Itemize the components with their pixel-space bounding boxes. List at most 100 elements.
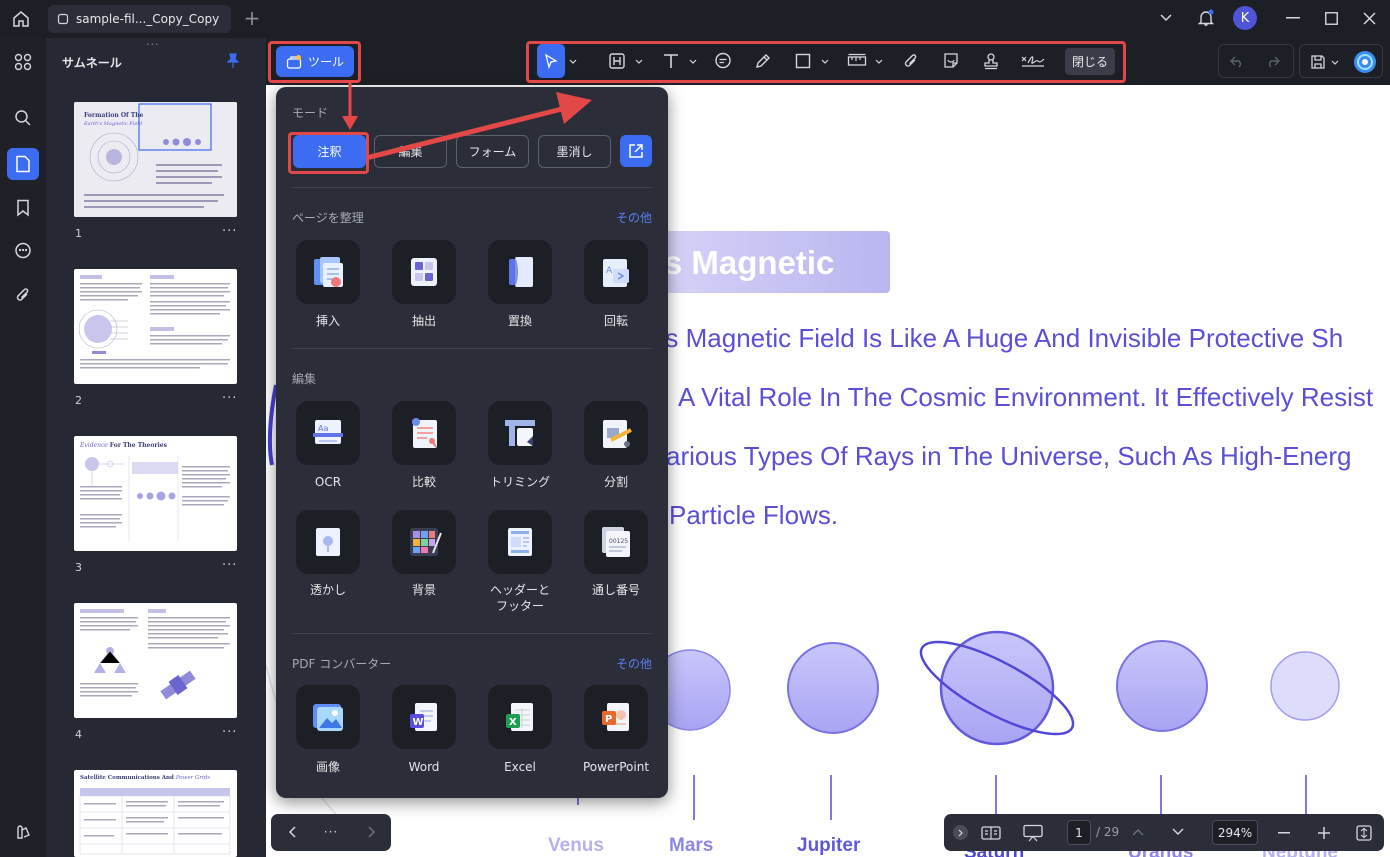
split-label: 分割 <box>603 475 628 489</box>
svg-text:Aa: Aa <box>318 424 328 433</box>
page-more-button[interactable]: ··· <box>222 725 237 740</box>
undo-icon[interactable] <box>1227 52 1247 72</box>
next-page-icon[interactable] <box>363 823 381 841</box>
bates-number-label: 通し番号 <box>591 583 640 597</box>
bates-number-tile[interactable]: 00125 <box>584 510 648 574</box>
external-link-icon <box>629 144 643 158</box>
background-tile[interactable] <box>392 510 456 574</box>
ocr-icon: Aa <box>313 420 343 444</box>
rotate-pages-icon: A <box>603 259 629 287</box>
annotation-arrows <box>342 82 592 161</box>
powerpoint-tile[interactable]: P <box>584 685 648 749</box>
page-up-icon[interactable] <box>1130 824 1146 840</box>
excel-tile[interactable]: X <box>488 685 552 749</box>
convert-heading: PDF コンバーター <box>292 657 392 671</box>
thumbnail-page-5[interactable]: Satellite Communications And Power Grids <box>74 770 237 857</box>
page-more-button[interactable]: ··· <box>222 558 237 573</box>
page-number-input[interactable]: 1 <box>1067 820 1091 845</box>
replace-tile[interactable] <box>488 240 552 304</box>
divider <box>292 348 652 349</box>
extract-tile[interactable] <box>392 240 456 304</box>
panel-resize-handle[interactable]: ··· <box>146 38 160 51</box>
word-tile[interactable]: W <box>392 685 456 749</box>
ai-assistant-icon[interactable] <box>1352 49 1378 75</box>
svg-text:P: P <box>605 714 612 725</box>
previous-page-icon[interactable] <box>283 823 301 841</box>
chevron-down-icon[interactable] <box>1156 8 1176 28</box>
minimize-icon[interactable] <box>1282 8 1304 28</box>
insert-tile[interactable] <box>296 240 360 304</box>
bookmark-icon[interactable] <box>7 192 39 224</box>
bates-number-icon: 00125 <box>602 527 630 557</box>
insert-label: 挿入 <box>315 314 340 328</box>
theme-icon[interactable] <box>7 816 39 848</box>
replace-label: 置換 <box>507 314 532 328</box>
pin-icon[interactable] <box>224 52 242 70</box>
convert-more-link[interactable]: その他 <box>616 655 652 672</box>
page-more-button[interactable]: ··· <box>222 391 237 406</box>
image-tile[interactable] <box>296 685 360 749</box>
divider <box>292 633 652 634</box>
left-rail <box>0 38 46 857</box>
save-icon[interactable] <box>1308 52 1328 72</box>
document-tab-title: sample-fil..._Copy_Copy <box>76 12 220 26</box>
watermark-tile[interactable] <box>296 510 360 574</box>
maximize-icon[interactable] <box>1320 8 1342 28</box>
thumbnail-panel: ··· サムネール Formation Of The Earth's Magne… <box>46 38 266 857</box>
excel-label: Excel <box>504 760 536 774</box>
split-tile[interactable] <box>584 401 648 465</box>
redo-icon[interactable] <box>1263 52 1283 72</box>
header-footer-label: ヘッダーと フッター <box>489 583 550 613</box>
presentation-icon[interactable] <box>1022 823 1044 843</box>
background-label: 背景 <box>411 583 436 597</box>
home-icon[interactable] <box>8 6 34 32</box>
panel-title: サムネール <box>62 56 122 70</box>
thumb-5-title: Satellite Communications And Power Grids <box>80 775 210 781</box>
reading-mode-icon[interactable] <box>980 823 1002 843</box>
page-number: 1 <box>75 227 82 240</box>
more-options-button[interactable]: ··· <box>321 823 341 841</box>
page-number: 2 <box>75 394 82 407</box>
thumbnail-page-3[interactable]: Evidence For The Theories <box>74 436 237 551</box>
ocr-tile[interactable]: Aa <box>296 401 360 465</box>
replace-pages-icon <box>509 257 533 287</box>
zoom-in-icon[interactable] <box>1314 823 1334 843</box>
header-footer-icon <box>508 528 532 556</box>
document-tab[interactable]: sample-fil..._Copy_Copy <box>48 5 231 33</box>
user-avatar[interactable]: K <box>1233 6 1257 30</box>
zoom-out-icon[interactable] <box>1274 823 1294 843</box>
svg-text:00125: 00125 <box>609 538 628 545</box>
collapse-icon[interactable] <box>953 825 968 840</box>
document-tab-icon <box>57 13 69 25</box>
open-external-button[interactable] <box>620 135 652 167</box>
thumbnails-icon[interactable] <box>7 148 39 180</box>
thumbnail-page-1[interactable]: Formation Of The Earth's Magnetic Field <box>74 102 237 217</box>
comment-icon[interactable] <box>7 235 39 267</box>
new-tab-button[interactable]: + <box>241 6 263 30</box>
rotate-tile[interactable]: A <box>584 240 648 304</box>
svg-text:X: X <box>509 717 517 728</box>
page-more-button[interactable]: ··· <box>222 224 237 239</box>
crop-tile[interactable] <box>488 401 552 465</box>
organize-more-link[interactable]: その他 <box>616 209 652 226</box>
close-window-icon[interactable] <box>1358 8 1380 28</box>
compare-tile[interactable] <box>392 401 456 465</box>
thumbnail-page-4[interactable] <box>74 603 237 718</box>
thumbnail-page-2[interactable] <box>74 269 237 384</box>
thumb-1-title: Formation Of The <box>84 112 144 119</box>
zoom-level-input[interactable]: 294% <box>1212 820 1258 845</box>
image-icon <box>313 704 343 731</box>
tools-panel: モード 注釈 編集 フォーム 墨消し ページを整理 その他 挿入 抽出 置換 A… <box>276 87 668 798</box>
fit-page-icon[interactable] <box>1353 823 1375 843</box>
watermark-label: 透かし <box>309 583 346 597</box>
svg-text:A: A <box>606 266 613 276</box>
apps-grid-icon[interactable] <box>7 46 39 78</box>
crop-icon <box>505 420 535 446</box>
page-down-icon[interactable] <box>1170 824 1186 840</box>
search-icon[interactable] <box>7 102 39 134</box>
bell-icon[interactable] <box>1195 7 1217 29</box>
chevron-down-icon[interactable] <box>1330 57 1340 67</box>
attachment-icon[interactable] <box>7 279 39 311</box>
planet-label: Venus <box>548 835 604 856</box>
header-footer-tile[interactable] <box>488 510 552 574</box>
